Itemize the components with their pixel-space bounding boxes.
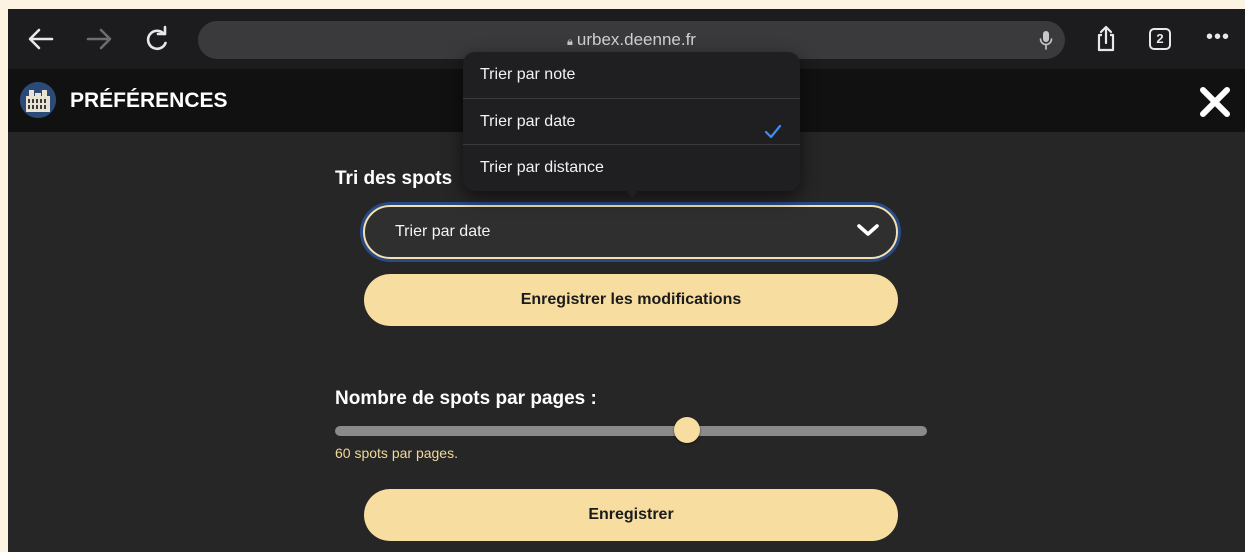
popover-arrow	[625, 190, 639, 198]
sort-option[interactable]: Trier par note	[463, 52, 800, 98]
save-sort-button[interactable]: Enregistrer les modifications	[364, 274, 898, 326]
per-page-label: Nombre de spots par pages :	[335, 388, 597, 409]
castle-logo-icon[interactable]	[20, 82, 56, 118]
per-page-slider-track[interactable]	[335, 426, 927, 436]
sort-options-popover: Trier par note Trier par date Trier par di…	[463, 52, 800, 191]
tabs-button[interactable]: 2	[1149, 28, 1171, 50]
tabs-count: 2	[1156, 31, 1164, 46]
sort-option[interactable]: Trier par date	[463, 98, 800, 144]
per-page-caption: 60 spots par pages.	[335, 445, 458, 461]
browser-window: 🔒︎ urbex.deenne.fr 2 ••• PRÉFÉRENCES Tri…	[8, 9, 1245, 552]
url-label: urbex.deenne.fr	[576, 30, 696, 49]
reload-icon[interactable]	[140, 23, 172, 55]
lock-icon: 🔒︎	[567, 36, 573, 48]
sort-option[interactable]: Trier par distance	[463, 144, 800, 190]
forward-arrow-icon[interactable]	[83, 23, 115, 55]
microphone-icon[interactable]	[1039, 30, 1053, 55]
sort-option-label: Trier par date	[480, 113, 576, 130]
per-page-slider-thumb[interactable]	[674, 417, 701, 443]
sort-option-label: Trier par distance	[480, 159, 604, 176]
page-title: PRÉFÉRENCES	[70, 89, 228, 112]
sort-label: Tri des spots	[335, 168, 453, 189]
back-arrow-icon[interactable]	[25, 23, 57, 55]
more-options-icon[interactable]: •••	[1206, 27, 1230, 47]
share-icon[interactable]	[1090, 23, 1122, 55]
sort-select-value: Trier par date	[395, 223, 491, 240]
close-icon[interactable]	[1199, 87, 1231, 122]
sort-option-label: Trier par note	[480, 66, 576, 83]
chevron-down-icon	[856, 222, 880, 243]
save-per-page-button[interactable]: Enregistrer	[364, 489, 898, 541]
sort-select[interactable]: Trier par date	[363, 205, 898, 259]
